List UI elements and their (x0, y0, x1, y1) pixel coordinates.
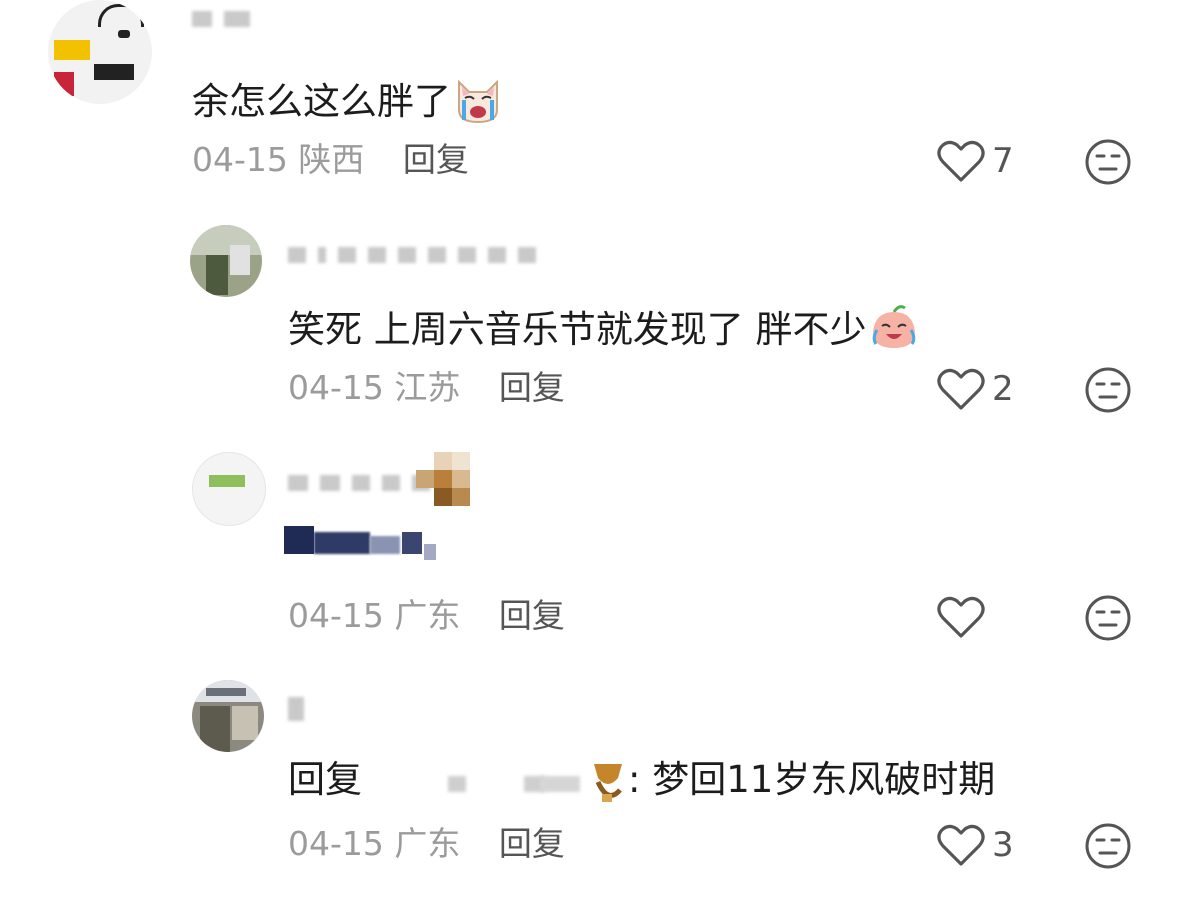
comment-meta: 04-15 广东 回复 (288, 824, 565, 864)
like-button[interactable]: 2 (936, 366, 1014, 412)
avatar[interactable] (192, 452, 266, 526)
like-count: 7 (992, 141, 1014, 181)
location: 广东 (394, 824, 461, 863)
username-blurred[interactable] (288, 474, 430, 492)
dislike-face-icon[interactable] (1084, 366, 1132, 414)
like-button[interactable]: 3 (936, 822, 1014, 868)
reply-button[interactable]: 回复 (499, 596, 565, 635)
like-count: 3 (992, 825, 1014, 865)
heart-icon (937, 368, 985, 410)
comment-meta: 04-15 广东 回复 (288, 596, 565, 636)
username-blurred[interactable] (288, 246, 536, 264)
golden-cup-icon (594, 763, 622, 802)
comment-text: 余怎么这么胖了 (192, 74, 503, 124)
mentioned-user-blurred[interactable] (362, 760, 580, 804)
sticker-image (416, 452, 472, 508)
location: 陕西 (298, 140, 365, 179)
date: 04-15 (288, 368, 384, 407)
comment-text: 笑死 上周六音乐节就发现了 胖不少 (288, 302, 919, 352)
date: 04-15 (288, 824, 384, 863)
like-button[interactable]: 7 (936, 138, 1014, 184)
like-count: 2 (992, 369, 1014, 409)
reply-button[interactable]: 回复 (403, 140, 469, 179)
comment-text: 回复 : 梦回11岁东风破时期 (288, 758, 995, 804)
location: 广东 (394, 596, 461, 635)
dislike-face-icon[interactable] (1084, 138, 1132, 186)
username-blurred[interactable] (288, 697, 304, 721)
location: 江苏 (394, 368, 461, 407)
like-button[interactable] (936, 594, 986, 640)
avatar[interactable] (190, 225, 262, 297)
crying-cat-icon (458, 79, 498, 124)
reply-button[interactable]: 回复 (499, 368, 565, 407)
date: 04-15 (192, 140, 288, 179)
avatar[interactable] (192, 680, 264, 752)
dislike-face-icon[interactable] (1084, 594, 1132, 642)
avatar[interactable] (48, 0, 152, 104)
dislike-face-icon[interactable] (1084, 822, 1132, 870)
laughing-peach-icon (872, 305, 915, 348)
reply-button[interactable]: 回复 (499, 824, 565, 863)
comment-meta: 04-15 江苏 回复 (288, 368, 565, 408)
comment-text-obscured (284, 522, 444, 560)
heart-icon (937, 596, 985, 638)
reply-prefix: 回复 (288, 758, 362, 801)
heart-icon (937, 140, 985, 182)
comment-meta: 04-15 陕西 回复 (192, 140, 469, 180)
username-blurred[interactable] (192, 10, 250, 28)
date: 04-15 (288, 596, 384, 635)
heart-icon (937, 824, 985, 866)
